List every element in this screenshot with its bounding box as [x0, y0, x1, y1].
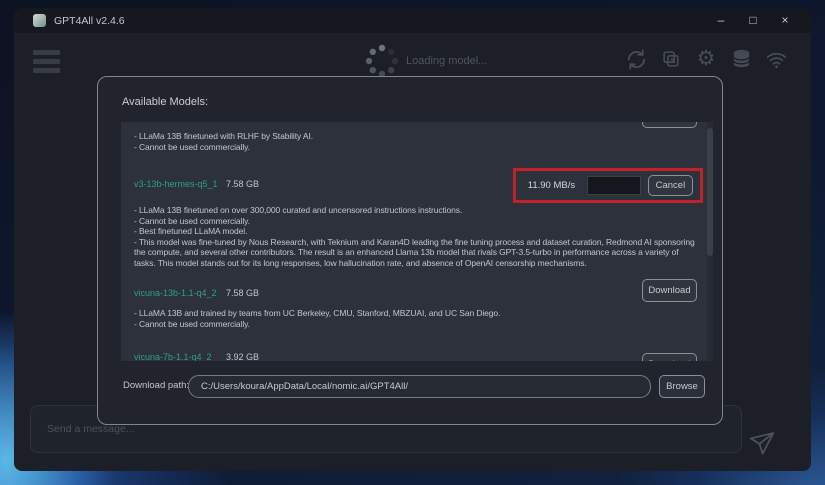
- window-titlebar: GPT4All v2.4.6 – □ ×: [14, 8, 811, 33]
- cancel-download-button[interactable]: Cancel: [648, 175, 693, 196]
- hamburger-bar: [33, 68, 60, 73]
- available-models-dialog: Available Models: Download - LLaMa 13B f…: [97, 76, 723, 425]
- model-description: - LLaMA 13B and trained by teams from UC…: [134, 308, 696, 329]
- window-controls: – □ ×: [705, 8, 801, 33]
- model-description: - LLaMa 13B finetuned on over 300,000 cu…: [134, 205, 696, 268]
- description-line: - LLaMa 13B finetuned with RLHF by Stabi…: [134, 131, 696, 142]
- hamburger-menu-icon[interactable]: [33, 50, 60, 77]
- browse-button[interactable]: Browse: [659, 375, 705, 398]
- minimize-button[interactable]: –: [705, 8, 737, 33]
- download-path-field-wrap: [188, 375, 651, 398]
- description-line: - LLaMa 13B finetuned on over 300,000 cu…: [134, 205, 696, 216]
- model-name-vicuna13b: vicuna-13b-1.1-q4_2: [134, 288, 217, 298]
- toolbar-icons: ⚙: [624, 47, 788, 71]
- hamburger-bar: [33, 50, 60, 55]
- download-path-input[interactable]: [189, 376, 650, 397]
- window-title: GPT4All v2.4.6: [54, 15, 125, 27]
- download-button-vicuna13b[interactable]: Download: [642, 279, 697, 302]
- database-icon[interactable]: [729, 47, 753, 71]
- model-description: - LLaMa 13B finetuned with RLHF by Stabi…: [134, 131, 696, 152]
- dialog-title: Available Models:: [122, 96, 208, 108]
- model-list: Download - LLaMa 13B finetuned with RLHF…: [121, 122, 713, 361]
- app-logo-icon: [33, 14, 46, 27]
- download-button-partial[interactable]: Download: [642, 122, 697, 128]
- download-progress-bar: [587, 176, 641, 195]
- close-button[interactable]: ×: [769, 8, 801, 33]
- description-line: - Best finetuned LLaMA model.: [134, 226, 696, 237]
- send-message-icon[interactable]: [757, 416, 783, 442]
- desktop-wallpaper: GPT4All v2.4.6 – □ ×: [0, 0, 825, 485]
- model-size-vicuna7b: 3.92 GB: [226, 352, 259, 361]
- refresh-icon[interactable]: [624, 47, 648, 71]
- description-line: - This model was fine-tuned by Nous Rese…: [134, 237, 696, 269]
- settings-gear-icon[interactable]: ⚙: [694, 47, 718, 71]
- hamburger-bar: [33, 59, 60, 64]
- copy-icon[interactable]: [659, 47, 683, 71]
- loading-spinner-icon: [364, 43, 400, 79]
- download-progress-highlight: 11.90 MB/s Cancel: [513, 168, 703, 203]
- maximize-button[interactable]: □: [737, 8, 769, 33]
- description-line: - Cannot be used commercially.: [134, 142, 696, 153]
- model-name-hermes: v3-13b-hermes-q5_1: [134, 179, 218, 189]
- download-speed: 11.90 MB/s: [523, 180, 580, 191]
- description-line: - LLaMA 13B and trained by teams from UC…: [134, 308, 696, 319]
- model-size-hermes: 7.58 GB: [226, 179, 259, 189]
- download-button-vicuna7b[interactable]: Download: [642, 353, 697, 361]
- model-size-vicuna13b: 7.58 GB: [226, 288, 259, 298]
- model-name-vicuna7b: vicuna-7b-1.1-q4_2: [134, 352, 212, 361]
- network-wifi-icon[interactable]: [764, 47, 788, 71]
- list-scrollbar[interactable]: [707, 122, 713, 361]
- description-line: - Cannot be used commercially.: [134, 216, 696, 227]
- description-line: - Cannot be used commercially.: [134, 319, 696, 330]
- scrollbar-thumb[interactable]: [707, 128, 713, 256]
- download-path-label: Download path:: [123, 380, 189, 391]
- loading-status-text: Loading model...: [406, 55, 487, 67]
